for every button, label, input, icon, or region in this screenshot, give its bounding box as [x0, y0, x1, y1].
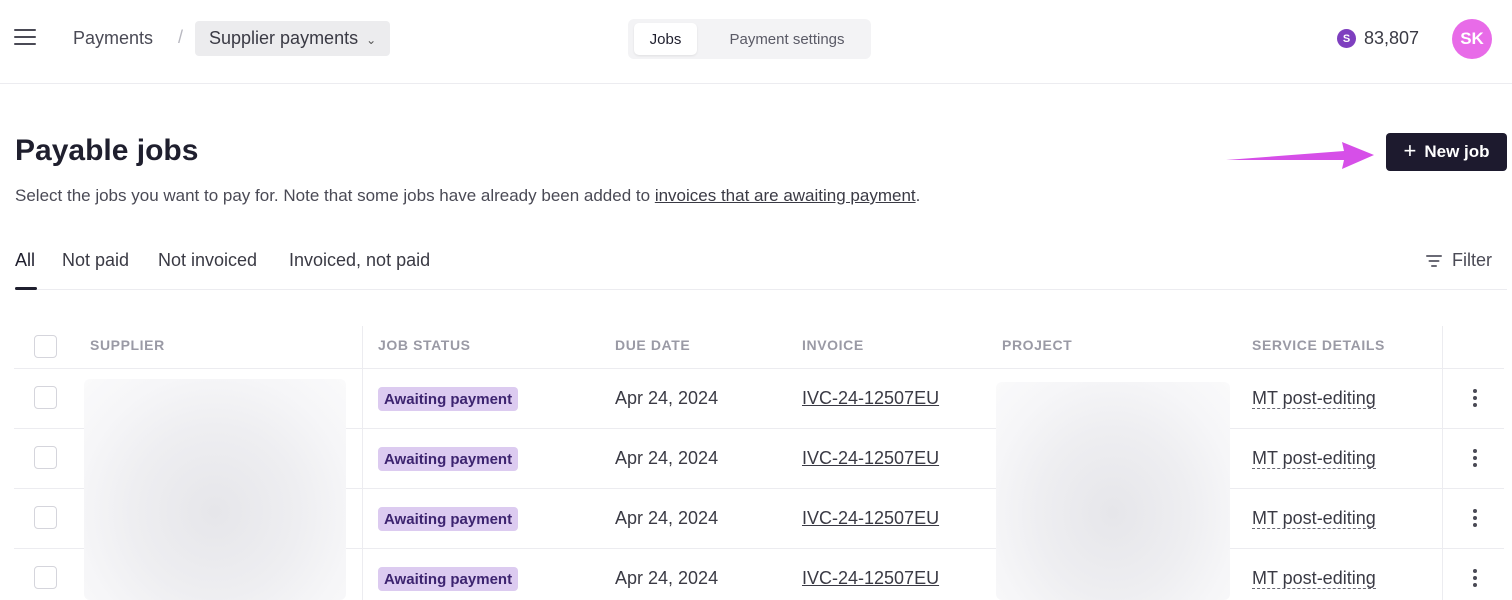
- tab-all[interactable]: All: [15, 250, 35, 271]
- invoices-awaiting-payment-link[interactable]: invoices that are awaiting payment: [655, 186, 916, 205]
- col-due-date: DUE DATE: [615, 337, 691, 353]
- more-options-icon[interactable]: [1472, 509, 1478, 529]
- redacted-project-column: [996, 382, 1230, 600]
- select-all-checkbox[interactable]: [34, 335, 57, 358]
- col-job-status: JOB STATUS: [378, 337, 471, 353]
- service-details-link[interactable]: MT post-editing: [1252, 508, 1376, 529]
- filter-icon: [1426, 254, 1442, 267]
- col-invoice: INVOICE: [802, 337, 864, 353]
- due-date: Apr 24, 2024: [615, 508, 719, 528]
- credits-balance: S 83,807: [1337, 28, 1419, 49]
- annotation-arrow-icon: [1226, 142, 1374, 169]
- credits-value: 83,807: [1364, 28, 1420, 48]
- more-options-icon[interactable]: [1472, 569, 1478, 589]
- new-job-button[interactable]: + New job: [1386, 133, 1507, 171]
- col-project: PROJECT: [1002, 337, 1073, 353]
- tab-invoiced-not-paid[interactable]: Invoiced, not paid: [289, 250, 430, 271]
- due-date: Apr 24, 2024: [615, 448, 719, 468]
- tab-payment-settings[interactable]: Payment settings: [706, 23, 868, 55]
- tab-not-paid[interactable]: Not paid: [62, 250, 129, 271]
- status-badge: Awaiting payment: [378, 447, 519, 471]
- status-badge: Awaiting payment: [378, 507, 519, 531]
- page-subtitle: Select the jobs you want to pay for. Not…: [15, 186, 920, 206]
- col-supplier: SUPPLIER: [90, 337, 165, 353]
- breadcrumb-current-dropdown[interactable]: Supplier payments ⌄: [195, 21, 391, 56]
- filter-label: Filter: [1452, 250, 1492, 270]
- service-details-link[interactable]: MT post-editing: [1252, 388, 1376, 409]
- invoice-link[interactable]: IVC-24-12507EU: [802, 568, 939, 589]
- row-checkbox[interactable]: [34, 446, 57, 469]
- active-tab-indicator: [15, 287, 37, 290]
- tab-jobs[interactable]: Jobs: [634, 23, 697, 55]
- row-checkbox[interactable]: [34, 386, 57, 409]
- breadcrumb-payments[interactable]: Payments: [73, 28, 153, 49]
- row-checkbox[interactable]: [34, 566, 57, 589]
- menu-icon[interactable]: [14, 29, 36, 47]
- chevron-down-icon: ⌄: [366, 32, 377, 47]
- row-checkbox[interactable]: [34, 506, 57, 529]
- subtitle-text: Select the jobs you want to pay for. Not…: [15, 186, 655, 205]
- subtitle-end: .: [915, 186, 921, 205]
- page-title: Payable jobs: [15, 134, 199, 167]
- filter-tabs: All Not paid Not invoiced Invoiced, not …: [15, 250, 1507, 290]
- more-options-icon[interactable]: [1472, 449, 1478, 469]
- status-badge: Awaiting payment: [378, 387, 519, 411]
- avatar[interactable]: SK: [1452, 19, 1492, 59]
- col-service-details: SERVICE DETAILS: [1252, 337, 1385, 353]
- tab-not-invoiced[interactable]: Not invoiced: [158, 250, 257, 271]
- new-job-label: New job: [1424, 142, 1490, 161]
- due-date: Apr 24, 2024: [615, 568, 719, 588]
- service-details-link[interactable]: MT post-editing: [1252, 568, 1376, 589]
- due-date: Apr 24, 2024: [615, 388, 719, 408]
- service-details-link[interactable]: MT post-editing: [1252, 448, 1376, 469]
- status-badge: Awaiting payment: [378, 567, 519, 591]
- invoice-link[interactable]: IVC-24-12507EU: [802, 388, 939, 409]
- more-options-icon[interactable]: [1472, 389, 1478, 409]
- invoice-link[interactable]: IVC-24-12507EU: [802, 448, 939, 469]
- coin-icon: S: [1337, 29, 1356, 48]
- top-bar: Payments / Supplier payments ⌄ Jobs Paym…: [0, 0, 1512, 84]
- breadcrumb-current-label: Supplier payments: [209, 28, 359, 48]
- invoice-link[interactable]: IVC-24-12507EU: [802, 508, 939, 529]
- redacted-supplier-column: [84, 379, 346, 600]
- plus-icon: +: [1403, 138, 1417, 163]
- view-switcher: Jobs Payment settings: [628, 19, 871, 59]
- breadcrumb-separator: /: [178, 27, 184, 47]
- filter-button[interactable]: Filter: [1426, 250, 1492, 271]
- jobs-table: SUPPLIER JOB STATUS DUE DATE INVOICE PRO…: [14, 326, 1504, 600]
- table-header: SUPPLIER JOB STATUS DUE DATE INVOICE PRO…: [14, 326, 1504, 369]
